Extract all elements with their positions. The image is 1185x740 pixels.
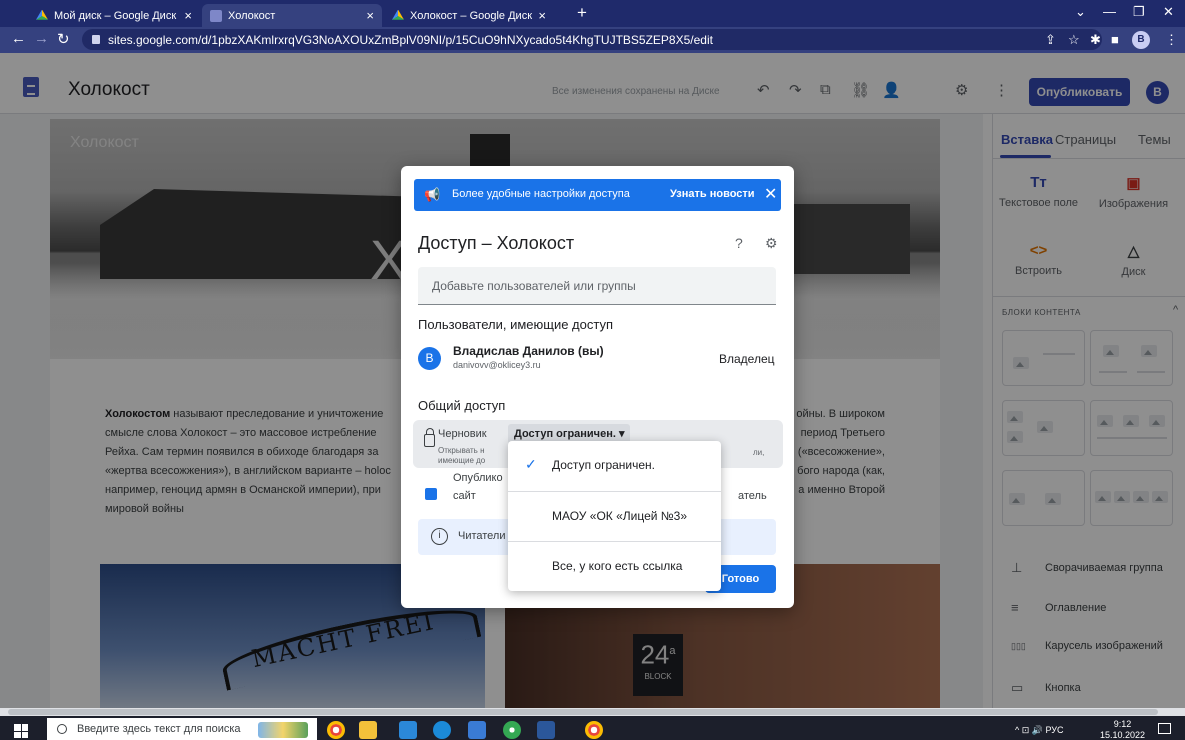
word-icon[interactable]: [537, 721, 555, 739]
reload-icon[interactable]: ↻: [57, 30, 70, 48]
side-panel-icon[interactable]: ■: [1111, 32, 1119, 47]
checkmark-icon: ✓: [525, 456, 537, 472]
access-dropdown-menu: ✓ Доступ ограничен. МАОУ «ОК «Лицей №3» …: [508, 441, 721, 591]
bookmark-star-icon[interactable]: ☆: [1068, 32, 1080, 48]
info-banner: 📢 Более удобные настройки доступа Узнать…: [414, 179, 781, 211]
extensions-icon[interactable]: ✱: [1090, 32, 1101, 48]
lock-icon: [424, 428, 435, 447]
tab-my-drive[interactable]: Мой диск – Google Диск ×: [28, 4, 200, 27]
new-tab-button[interactable]: +: [577, 3, 587, 23]
menu-item-restricted[interactable]: ✓ Доступ ограничен.: [508, 441, 721, 491]
draft-desc-line: имеющие до: [438, 456, 486, 465]
draft-description: Открывать н имеющие до: [438, 446, 508, 466]
close-tab-icon[interactable]: ×: [538, 8, 546, 23]
info-text-start: Читатели: [458, 530, 506, 542]
scrollbar-thumb[interactable]: [8, 709, 1158, 715]
forward-arrow-icon[interactable]: →: [34, 30, 49, 47]
windows-taskbar: Введите здесь текст для поиска ^ ⊡ 🔊 РУС…: [0, 708, 1185, 740]
draft-access-value: Доступ ограничен.: [514, 428, 616, 440]
dialog-title: Доступ – Холокост: [418, 233, 575, 253]
search-icon: [57, 724, 67, 734]
back-arrow-icon[interactable]: ←: [11, 30, 26, 47]
restore-button[interactable]: ❐: [1133, 4, 1145, 20]
taskbar-clock[interactable]: 9:12 15.10.2022: [1100, 719, 1145, 740]
settings-gear-icon[interactable]: ⚙: [765, 235, 778, 252]
system-tray[interactable]: ^ ⊡ 🔊 РУС: [1015, 725, 1064, 736]
address-bar-row: ← → ↻ sites.google.com/d/1pbzXAKmlrxrqVG…: [0, 27, 1185, 53]
profile-avatar[interactable]: B: [1132, 31, 1150, 49]
menu-item-label: Все, у кого есть ссылка: [552, 559, 683, 573]
more-menu-icon[interactable]: ⋮: [1165, 32, 1178, 48]
menu-item-label: Доступ ограничен.: [552, 458, 656, 472]
menu-item-organization[interactable]: МАОУ «ОК «Лицей №3»: [508, 492, 721, 542]
browser-tab-strip: Мой диск – Google Диск × Холокост × Холо…: [0, 0, 1185, 27]
close-tab-icon[interactable]: ×: [184, 8, 192, 23]
draft-desc-tail: ли,: [753, 448, 765, 457]
menu-item-label: МАОУ «ОК «Лицей №3»: [552, 509, 688, 523]
minimize-button[interactable]: —: [1103, 4, 1116, 19]
chrome-active-icon[interactable]: [585, 721, 603, 739]
chrome-alt-icon[interactable]: [503, 721, 521, 739]
info-text: Читатели.: [458, 530, 719, 542]
users-section-title: Пользователи, имеющие доступ: [418, 317, 614, 332]
tab-holocaust-drive[interactable]: Холокост – Google Диск ×: [384, 4, 554, 27]
user-email: danivovv@oklicey3.ru: [453, 360, 541, 370]
help-icon[interactable]: ?: [735, 235, 743, 251]
tab-title: Холокост: [228, 9, 276, 22]
window-close-button[interactable]: ✕: [1163, 4, 1174, 20]
taskbar-search-placeholder: Введите здесь текст для поиска: [77, 723, 241, 735]
skype-icon[interactable]: [399, 721, 417, 739]
windows-start-icon[interactable]: [14, 724, 28, 738]
megaphone-icon: 📢: [424, 187, 441, 202]
tab-title: Холокост – Google Диск: [410, 9, 533, 22]
published-site-icon: [425, 488, 437, 500]
caret-down-icon: ▾: [618, 428, 625, 440]
tab-title: Мой диск – Google Диск: [54, 9, 177, 22]
chevron-down-icon[interactable]: ⌄: [1075, 4, 1086, 20]
published-label: Опубликов: [453, 472, 503, 484]
url-bar[interactable]: sites.google.com/d/1pbzXAKmlrxrqVG3NoAXO…: [82, 29, 1102, 50]
clock-date: 15.10.2022: [1100, 730, 1146, 740]
add-people-input[interactable]: [418, 267, 776, 305]
lock-icon: [92, 35, 100, 44]
chrome-icon[interactable]: [327, 721, 345, 739]
learn-news-link[interactable]: Узнать новости: [670, 188, 755, 200]
published-role[interactable]: атель: [738, 490, 767, 502]
clock-time: 9:12: [1113, 719, 1132, 729]
input-language[interactable]: РУС: [1045, 725, 1063, 735]
user-avatar: B: [418, 347, 441, 370]
info-icon: i: [431, 528, 448, 545]
search-highlight-image[interactable]: [258, 722, 308, 738]
tab-holocaust-site[interactable]: Холокост ×: [202, 4, 382, 27]
published-site-label: сайт: [453, 490, 476, 502]
google-sites-icon: [210, 9, 222, 22]
user-role: Владелец: [719, 352, 775, 366]
menu-item-anyone-with-link[interactable]: Все, у кого есть ссылка: [508, 542, 721, 592]
draft-desc-line: Открывать н: [438, 446, 485, 455]
google-drive-icon: [36, 9, 48, 20]
close-tab-icon[interactable]: ×: [366, 8, 374, 23]
user-name: Владислав Данилов (вы): [453, 344, 604, 358]
general-access-title: Общий доступ: [418, 398, 506, 413]
share-icon[interactable]: ⇪: [1045, 32, 1056, 48]
notifications-icon[interactable]: [1158, 723, 1171, 734]
banner-text: Более удобные настройки доступа: [452, 188, 630, 200]
file-explorer-icon[interactable]: [359, 721, 377, 739]
banner-close-icon[interactable]: ✕: [764, 184, 777, 204]
horizontal-scrollbar[interactable]: [0, 708, 1185, 716]
save-app-icon[interactable]: [468, 721, 486, 739]
google-drive-icon: [392, 9, 404, 20]
draft-label: Черновик: [438, 428, 487, 440]
url-text: sites.google.com/d/1pbzXAKmlrxrqVG3NoAXO…: [108, 32, 713, 47]
edge-icon[interactable]: [433, 721, 451, 739]
